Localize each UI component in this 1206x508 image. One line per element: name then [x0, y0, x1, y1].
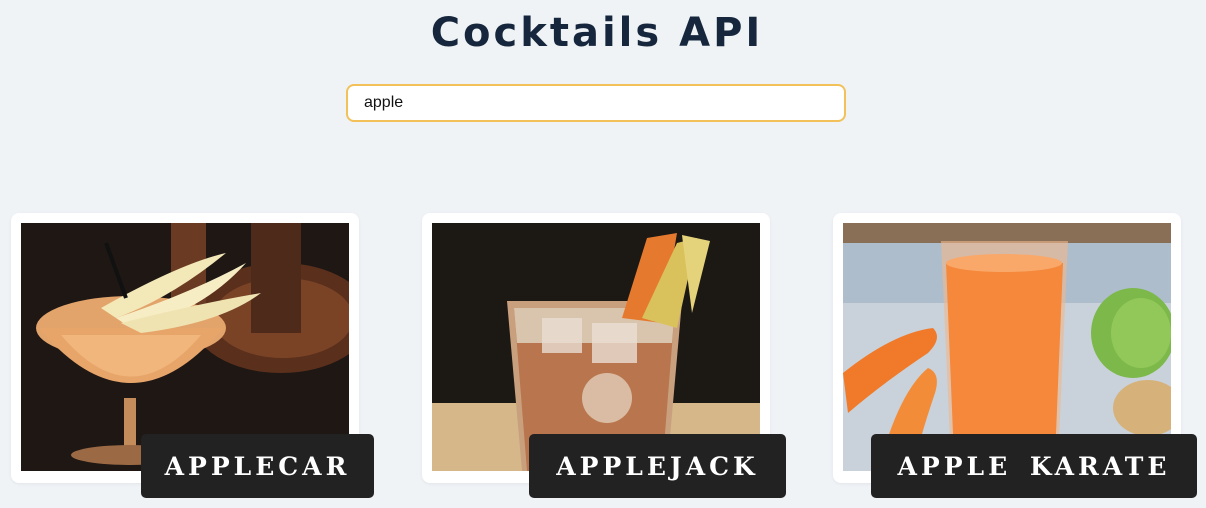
cocktail-name-label[interactable]: APPLE KARATE — [871, 434, 1197, 498]
search-input[interactable] — [346, 84, 846, 122]
cocktail-name-label[interactable]: APPLECAR — [141, 434, 374, 498]
page-title: Cocktails API — [430, 10, 764, 56]
cocktail-name-label[interactable]: APPLEJACK — [529, 434, 786, 498]
page: Cocktails API APPLECAR — [0, 0, 1206, 508]
